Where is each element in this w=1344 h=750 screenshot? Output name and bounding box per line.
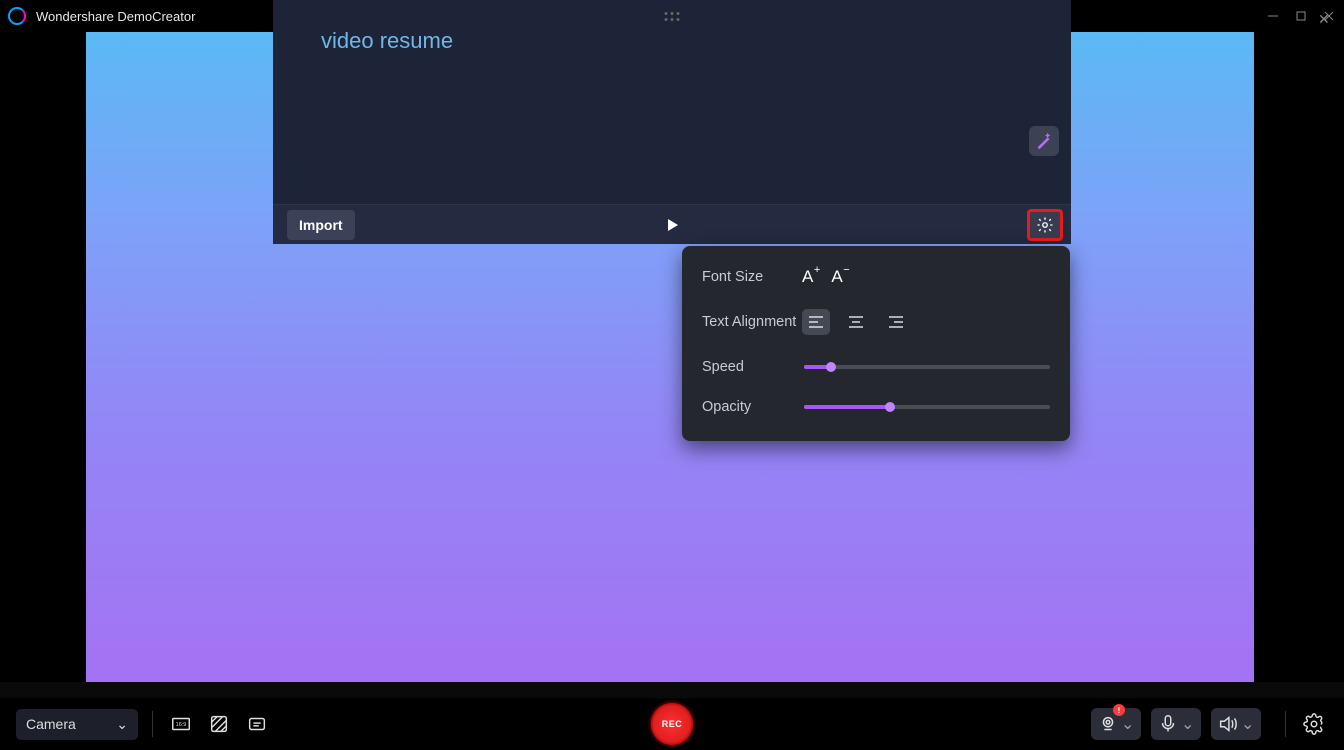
- app-title: Wondershare DemoCreator: [36, 9, 195, 24]
- settings-popover: Font Size A+ A− Text Alignment Speed Opa…: [682, 246, 1070, 441]
- teleprompter-text-area[interactable]: video resume: [273, 0, 1071, 204]
- maximize-button[interactable]: [1294, 9, 1308, 23]
- background-button[interactable]: [205, 710, 233, 738]
- divider: [1285, 711, 1286, 737]
- speed-slider[interactable]: [804, 365, 1050, 369]
- camera-dropdown[interactable]: Camera ⌄: [16, 709, 138, 740]
- global-settings-button[interactable]: [1300, 710, 1328, 738]
- speaker-icon: [1217, 713, 1239, 735]
- font-size-label: Font Size: [702, 269, 802, 285]
- webcam-icon: [1097, 713, 1119, 735]
- teleprompter-panel: ✕ video resume Import: [273, 0, 1071, 244]
- microphone-icon: [1157, 713, 1179, 735]
- ai-magic-button[interactable]: [1029, 126, 1059, 156]
- speaker-toggle-button[interactable]: ⌄: [1211, 708, 1261, 740]
- chevron-down-icon: ⌄: [1121, 714, 1135, 734]
- align-right-button[interactable]: [882, 309, 910, 335]
- play-button[interactable]: [664, 217, 680, 233]
- app-logo-icon: [8, 7, 26, 25]
- chevron-down-icon: ⌄: [1181, 714, 1195, 734]
- import-button[interactable]: Import: [287, 210, 355, 240]
- opacity-slider[interactable]: [804, 405, 1050, 409]
- minimize-button[interactable]: [1266, 9, 1280, 23]
- bottom-toolbar: Camera ⌄ 16:9 REC ⌄ ⌄ ⌄: [0, 698, 1344, 750]
- chevron-down-icon: ⌄: [1241, 714, 1255, 734]
- svg-text:16:9: 16:9: [176, 722, 187, 728]
- webcam-toggle-button[interactable]: ⌄: [1091, 708, 1141, 740]
- opacity-label: Opacity: [702, 399, 802, 415]
- camera-label: Camera: [26, 716, 76, 732]
- alert-badge-icon: [1113, 704, 1125, 716]
- panel-close-button[interactable]: ✕: [1318, 12, 1330, 26]
- teleprompter-text: video resume: [321, 28, 1023, 54]
- teleprompter-toggle-button[interactable]: [243, 710, 271, 738]
- chevron-down-icon: ⌄: [116, 716, 128, 733]
- speed-label: Speed: [702, 359, 802, 375]
- aspect-ratio-button[interactable]: 16:9: [167, 710, 195, 738]
- right-pad: [1254, 32, 1344, 682]
- align-center-button[interactable]: [842, 309, 870, 335]
- divider: [152, 711, 153, 737]
- align-left-button[interactable]: [802, 309, 830, 335]
- record-button[interactable]: REC: [651, 703, 693, 745]
- text-alignment-label: Text Alignment: [702, 314, 802, 330]
- microphone-toggle-button[interactable]: ⌄: [1151, 708, 1201, 740]
- teleprompter-settings-button[interactable]: [1027, 209, 1063, 241]
- font-increase-button[interactable]: A+: [802, 268, 813, 285]
- teleprompter-controls: Import: [273, 204, 1071, 244]
- record-label: REC: [662, 719, 683, 729]
- font-decrease-button[interactable]: A−: [831, 268, 842, 285]
- left-pad: [0, 32, 86, 682]
